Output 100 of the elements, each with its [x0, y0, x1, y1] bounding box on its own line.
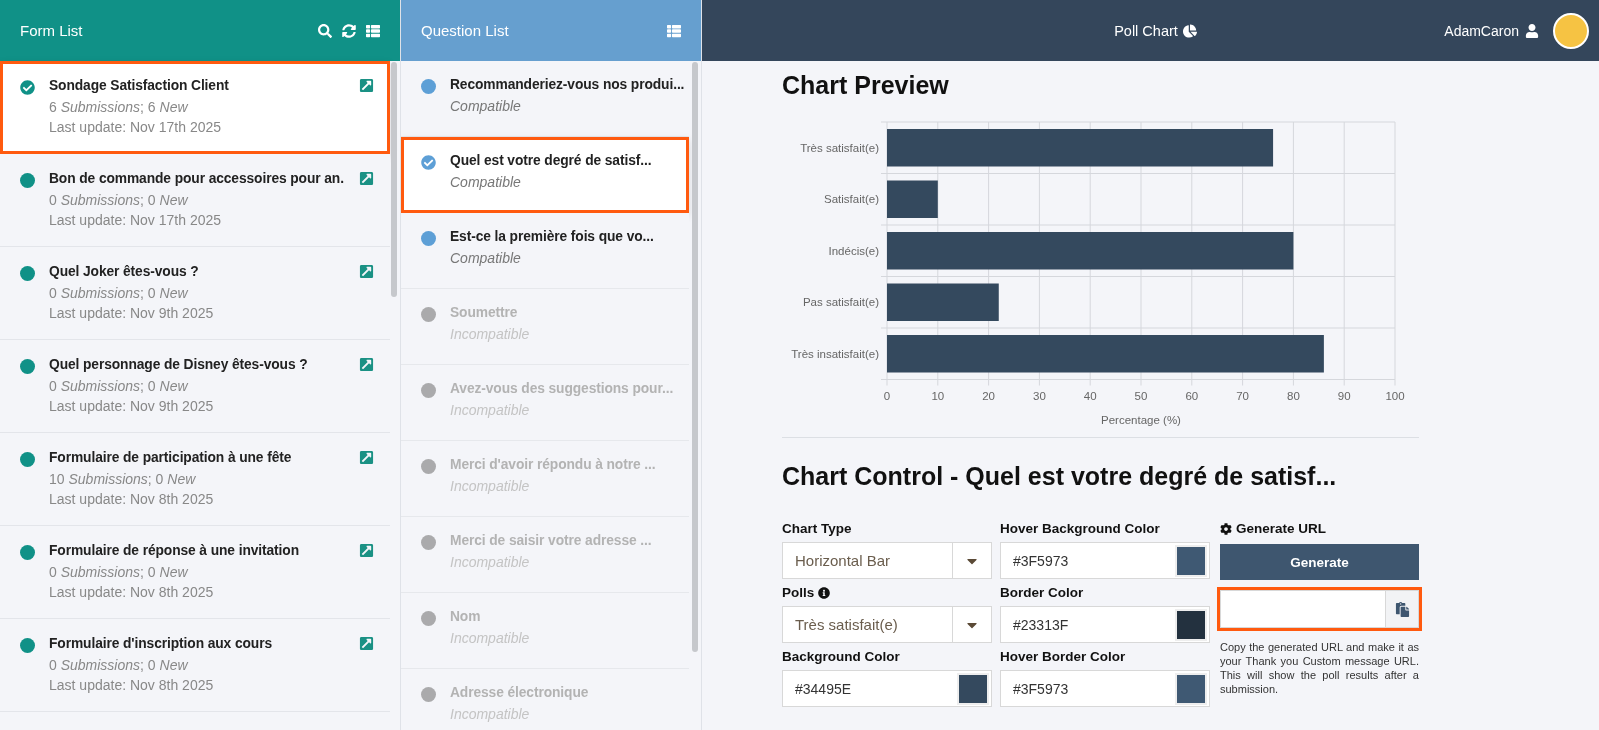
list-icon[interactable]: [667, 23, 681, 38]
submission-count: 0 Submissions; 0 New: [49, 657, 188, 673]
color-swatch[interactable]: [1175, 672, 1207, 705]
external-link-icon[interactable]: [359, 450, 374, 465]
avatar[interactable]: [1553, 12, 1589, 49]
tick-label: 70: [1236, 389, 1249, 402]
last-update: Last update: Nov 9th 2025: [49, 305, 214, 321]
question-title: Avez-vous des suggestions pour...: [450, 381, 674, 396]
select-field[interactable]: Très satisfait(e): [782, 606, 992, 643]
form-title: Bon de commande pour accessoires pour an.: [49, 171, 344, 186]
compatibility-status: Compatible: [450, 250, 521, 266]
external-link-icon[interactable]: [359, 264, 374, 279]
color-field[interactable]: #3F5973: [1000, 670, 1210, 707]
section-title: Chart Preview: [782, 71, 950, 100]
submission-count: 0 Submissions; 0 New: [49, 564, 188, 580]
status-dot: [421, 79, 436, 94]
question-title: Quel est votre degré de satisf...: [450, 153, 652, 168]
scrollbar[interactable]: [692, 62, 698, 652]
compatibility-status: Compatible: [450, 98, 521, 114]
submission-count: 0 Submissions; 0 New: [49, 192, 188, 208]
tick-label: 30: [1033, 389, 1046, 402]
axis-title: Percentage (%): [1101, 413, 1181, 426]
status-dot: [20, 173, 35, 188]
check-icon: [421, 155, 436, 170]
color-swatch[interactable]: [1175, 544, 1207, 577]
user-icon: [1525, 23, 1539, 38]
category-label: Satisfait(e): [824, 193, 879, 206]
status-dot: [421, 231, 436, 246]
compatibility-status: Compatible: [450, 174, 521, 190]
tick-label: 90: [1337, 389, 1351, 402]
color-field[interactable]: #23313F: [1000, 606, 1210, 643]
field-label: Border Color: [1000, 585, 1084, 600]
gear-icon: [1220, 522, 1232, 535]
status-dot: [421, 611, 436, 626]
list-icon[interactable]: [366, 23, 380, 38]
form-title: Sondage Satisfaction Client: [49, 78, 229, 93]
submission-count: 6 Submissions; 6 New: [49, 99, 188, 115]
form-title: Quel personnage de Disney êtes-vous ?: [49, 357, 308, 372]
tick-label: 60: [1185, 389, 1199, 402]
tick-label: 10: [931, 389, 945, 402]
generate-button[interactable]: Generate: [1220, 544, 1419, 580]
search-icon[interactable]: [318, 23, 332, 38]
field-label: Chart Type: [782, 521, 852, 536]
user-name[interactable]: AdamCaron: [1444, 22, 1519, 39]
scrollbar[interactable]: [391, 62, 397, 297]
form-title: Formulaire de participation à une fête: [49, 450, 292, 465]
url-field[interactable]: [1220, 590, 1419, 628]
status-dot: [421, 687, 436, 702]
field-label: Hover Border Color: [1000, 649, 1126, 664]
field-label: Hover Background Color: [1000, 521, 1160, 536]
status-dot: [20, 266, 35, 281]
color-field[interactable]: #34495E: [782, 670, 992, 707]
status-dot: [20, 359, 35, 374]
form-item[interactable]: Sondage Satisfaction Client 6 Submissions; 6 New Last update: Nov 17th 2025: [0, 61, 390, 154]
category-label: Pas satisfait(e): [802, 296, 879, 309]
form-title: Formulaire d'inscription aux cours: [49, 636, 272, 651]
status-dot: [421, 459, 436, 474]
field-label: Background Color: [782, 649, 900, 664]
category-label: Très satisfait(e): [800, 141, 879, 154]
question-title: Est-ce la première fois que vo...: [450, 229, 654, 244]
tick-label: 20: [982, 389, 995, 402]
page-title: Poll Chart: [1114, 22, 1178, 39]
external-link-icon[interactable]: [359, 543, 374, 558]
last-update: Last update: Nov 17th 2025: [49, 119, 222, 135]
form-title: Quel Joker êtes-vous ?: [49, 264, 199, 279]
question-title: Adresse électronique: [450, 685, 589, 700]
tick-label: 80: [1287, 389, 1300, 402]
status-dot: [20, 452, 35, 467]
external-link-icon[interactable]: [359, 636, 374, 651]
external-link-icon[interactable]: [359, 171, 374, 186]
paste-icon[interactable]: [1385, 591, 1418, 627]
bar: [887, 180, 938, 218]
last-update: Last update: Nov 9th 2025: [49, 398, 214, 414]
color-swatch[interactable]: [957, 672, 989, 705]
question-title: Recommanderiez-vous nos produi...: [450, 77, 685, 92]
external-link-icon[interactable]: [359, 78, 374, 93]
panel-title: Form List: [20, 22, 84, 39]
category-label: Très insatisfait(e): [791, 347, 879, 360]
status-dot: [20, 638, 35, 653]
section-title: Chart Control - Quel est votre degré de satisf...: [782, 462, 1338, 491]
select-field[interactable]: Horizontal Bar: [782, 542, 992, 579]
status-dot: [421, 383, 436, 398]
status-dot: [20, 545, 35, 560]
help-text: Copy the generated URL and make it as your Thank you Custom message URL. This will show the poll results after a submission.: [1220, 640, 1419, 696]
panel-title: Question List: [421, 22, 510, 39]
last-update: Last update: Nov 8th 2025: [49, 677, 214, 693]
check-icon: [20, 80, 35, 95]
status-dot: [421, 307, 436, 322]
refresh-icon[interactable]: [342, 23, 356, 38]
submission-count: 10 Submissions; 0 New: [49, 471, 196, 487]
tick-label: 40: [1083, 389, 1097, 402]
field-label: Polls: [782, 585, 815, 600]
tick-label: 50: [1134, 389, 1148, 402]
last-update: Last update: Nov 8th 2025: [49, 491, 214, 507]
color-swatch[interactable]: [1175, 608, 1207, 641]
category-label: Indécis(e): [828, 244, 879, 257]
color-field[interactable]: #3F5973: [1000, 542, 1210, 579]
external-link-icon[interactable]: [359, 357, 374, 372]
question-title: Nom: [450, 609, 481, 624]
question-item[interactable]: Quel est votre degré de satisf... Compatible: [401, 137, 689, 213]
